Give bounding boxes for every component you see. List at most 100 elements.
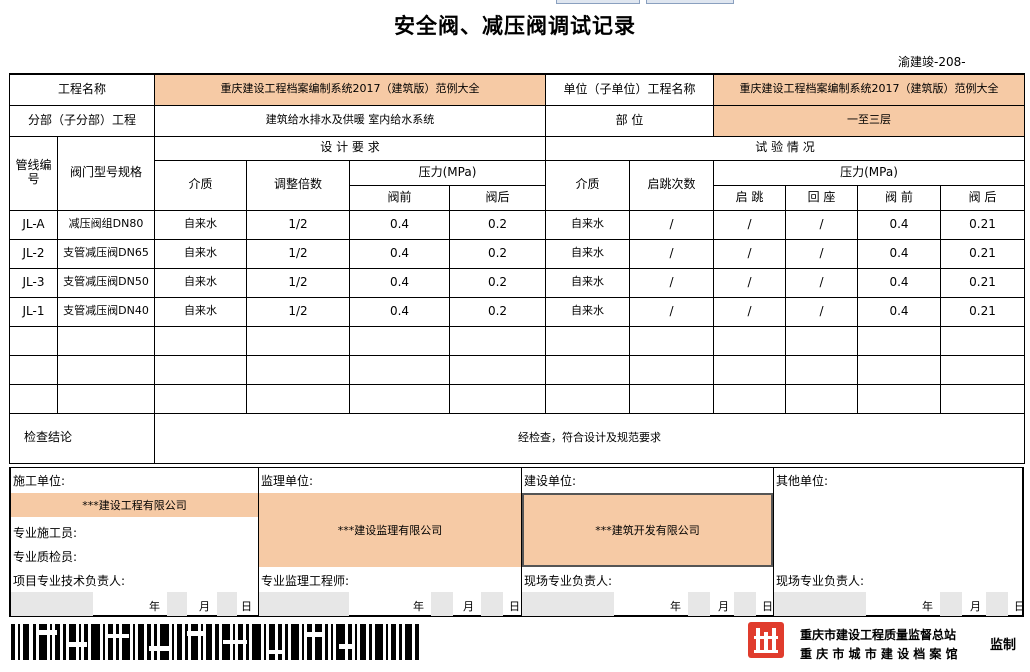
empty-cell[interactable] xyxy=(785,354,858,385)
test-before-cell[interactable]: 0.4 xyxy=(857,296,941,327)
test-medium-cell[interactable]: 自来水 xyxy=(545,238,630,269)
adjust-ratio-cell[interactable]: 1/2 xyxy=(246,296,350,327)
design-before-cell[interactable]: 0.4 xyxy=(349,209,450,240)
test-before-cell[interactable]: 0.4 xyxy=(857,209,941,240)
empty-cell[interactable] xyxy=(57,325,155,356)
test-before-cell[interactable]: 0.4 xyxy=(857,267,941,298)
empty-cell[interactable] xyxy=(857,383,941,414)
jump-count-cell[interactable]: / xyxy=(629,209,714,240)
empty-cell[interactable] xyxy=(246,383,350,414)
jump-count-cell[interactable]: / xyxy=(629,296,714,327)
empty-cell[interactable] xyxy=(154,354,247,385)
empty-cell[interactable] xyxy=(57,383,155,414)
project-name-value[interactable]: 重庆建设工程档案编制系统2017（建筑版）范例大全 xyxy=(154,73,546,106)
design-medium-cell[interactable]: 自来水 xyxy=(154,238,247,269)
empty-cell[interactable] xyxy=(940,354,1025,385)
test-reseat-cell[interactable]: / xyxy=(785,238,858,269)
empty-cell[interactable] xyxy=(629,325,714,356)
design-after-cell[interactable]: 0.2 xyxy=(449,209,546,240)
table-row: JL-1 支管减压阀DN40 自来水 1/2 0.4 0.2 自来水 / / /… xyxy=(9,296,1025,327)
empty-cell[interactable] xyxy=(857,325,941,356)
supervision-month: 月 xyxy=(463,600,474,613)
valve-spec-cell[interactable]: 支管减压阀DN40 xyxy=(57,296,155,327)
document-number-field[interactable] xyxy=(975,53,1023,69)
pipe-number-cell[interactable]: JL-1 xyxy=(9,296,58,327)
empty-cell[interactable] xyxy=(545,383,630,414)
empty-cell[interactable] xyxy=(857,354,941,385)
empty-cell[interactable] xyxy=(349,325,450,356)
empty-cell[interactable] xyxy=(349,383,450,414)
empty-cell[interactable] xyxy=(940,383,1025,414)
valve-spec-cell[interactable]: 减压阀组DN80 xyxy=(57,209,155,240)
adjust-ratio-cell[interactable]: 1/2 xyxy=(246,238,350,269)
test-jump-cell[interactable]: / xyxy=(713,296,786,327)
empty-cell[interactable] xyxy=(545,354,630,385)
empty-cell[interactable] xyxy=(246,325,350,356)
test-after-cell[interactable]: 0.21 xyxy=(940,296,1025,327)
test-jump-cell[interactable]: / xyxy=(713,238,786,269)
subdivision-value[interactable]: 建筑给水排水及供暖 室内给水系统 xyxy=(154,104,546,137)
test-reseat-cell[interactable]: / xyxy=(785,209,858,240)
location-value[interactable]: 一至三层 xyxy=(713,104,1025,137)
test-before-cell[interactable]: 0.4 xyxy=(857,238,941,269)
empty-cell[interactable] xyxy=(713,383,786,414)
unit-name-value[interactable]: 重庆建设工程档案编制系统2017（建筑版）范例大全 xyxy=(713,73,1025,106)
design-medium-cell[interactable]: 自来水 xyxy=(154,267,247,298)
supervision-company[interactable]: ***建设监理有限公司 xyxy=(259,493,521,567)
empty-cell[interactable] xyxy=(545,325,630,356)
test-jump-cell[interactable]: / xyxy=(713,209,786,240)
test-after-cell[interactable]: 0.21 xyxy=(940,238,1025,269)
design-after-cell[interactable]: 0.2 xyxy=(449,296,546,327)
construction-signature-field[interactable] xyxy=(105,518,258,566)
empty-cell[interactable] xyxy=(449,325,546,356)
empty-cell[interactable] xyxy=(9,383,58,414)
adjust-ratio-cell[interactable]: 1/2 xyxy=(246,267,350,298)
adjust-ratio-cell[interactable]: 1/2 xyxy=(246,209,350,240)
test-reseat-cell[interactable]: / xyxy=(785,296,858,327)
empty-cell[interactable] xyxy=(246,354,350,385)
design-before-cell[interactable]: 0.4 xyxy=(349,238,450,269)
supervision-unit-label: 监理单位: xyxy=(261,474,314,488)
valve-spec-cell[interactable]: 支管减压阀DN65 xyxy=(57,238,155,269)
builder-company[interactable]: ***建筑开发有限公司 xyxy=(522,493,773,567)
valve-spec-cell[interactable]: 支管减压阀DN50 xyxy=(57,267,155,298)
empty-cell[interactable] xyxy=(449,383,546,414)
construction-company[interactable]: ***建设工程有限公司 xyxy=(11,493,258,517)
empty-cell[interactable] xyxy=(713,325,786,356)
jump-count-cell[interactable]: / xyxy=(629,238,714,269)
conclusion-value[interactable]: 经检查，符合设计及规范要求 xyxy=(154,412,1025,464)
empty-cell[interactable] xyxy=(785,325,858,356)
test-jump-cell[interactable]: / xyxy=(713,267,786,298)
design-before-cell[interactable]: 0.4 xyxy=(349,267,450,298)
jump-count-cell[interactable]: / xyxy=(629,267,714,298)
empty-cell[interactable] xyxy=(713,354,786,385)
empty-cell[interactable] xyxy=(629,383,714,414)
empty-cell[interactable] xyxy=(154,383,247,414)
empty-cell[interactable] xyxy=(9,354,58,385)
design-before-cell[interactable]: 0.4 xyxy=(349,296,450,327)
empty-cell[interactable] xyxy=(154,325,247,356)
empty-cell[interactable] xyxy=(57,354,155,385)
pipe-number-cell[interactable]: JL-3 xyxy=(9,267,58,298)
test-reseat-cell[interactable]: / xyxy=(785,267,858,298)
design-after-cell[interactable]: 0.2 xyxy=(449,238,546,269)
design-after-cell[interactable]: 0.2 xyxy=(449,267,546,298)
test-after-cell[interactable]: 0.21 xyxy=(940,267,1025,298)
empty-cell[interactable] xyxy=(940,325,1025,356)
design-medium-cell[interactable]: 自来水 xyxy=(154,209,247,240)
empty-cell[interactable] xyxy=(449,354,546,385)
empty-cell[interactable] xyxy=(349,354,450,385)
design-medium-cell[interactable]: 自来水 xyxy=(154,296,247,327)
supervision-unit-block: 监理单位: ***建设监理有限公司 专业监理工程师: 年 月 日 xyxy=(259,468,521,616)
empty-cell[interactable] xyxy=(629,354,714,385)
test-medium-cell[interactable]: 自来水 xyxy=(545,296,630,327)
test-medium-cell[interactable]: 自来水 xyxy=(545,267,630,298)
pipe-number-cell[interactable]: JL-A xyxy=(9,209,58,240)
empty-cell[interactable] xyxy=(9,325,58,356)
toolbar-button-right[interactable] xyxy=(646,0,734,4)
empty-cell[interactable] xyxy=(785,383,858,414)
pipe-number-cell[interactable]: JL-2 xyxy=(9,238,58,269)
test-medium-cell[interactable]: 自来水 xyxy=(545,209,630,240)
test-after-cell[interactable]: 0.21 xyxy=(940,209,1025,240)
toolbar-button-left[interactable] xyxy=(556,0,640,4)
